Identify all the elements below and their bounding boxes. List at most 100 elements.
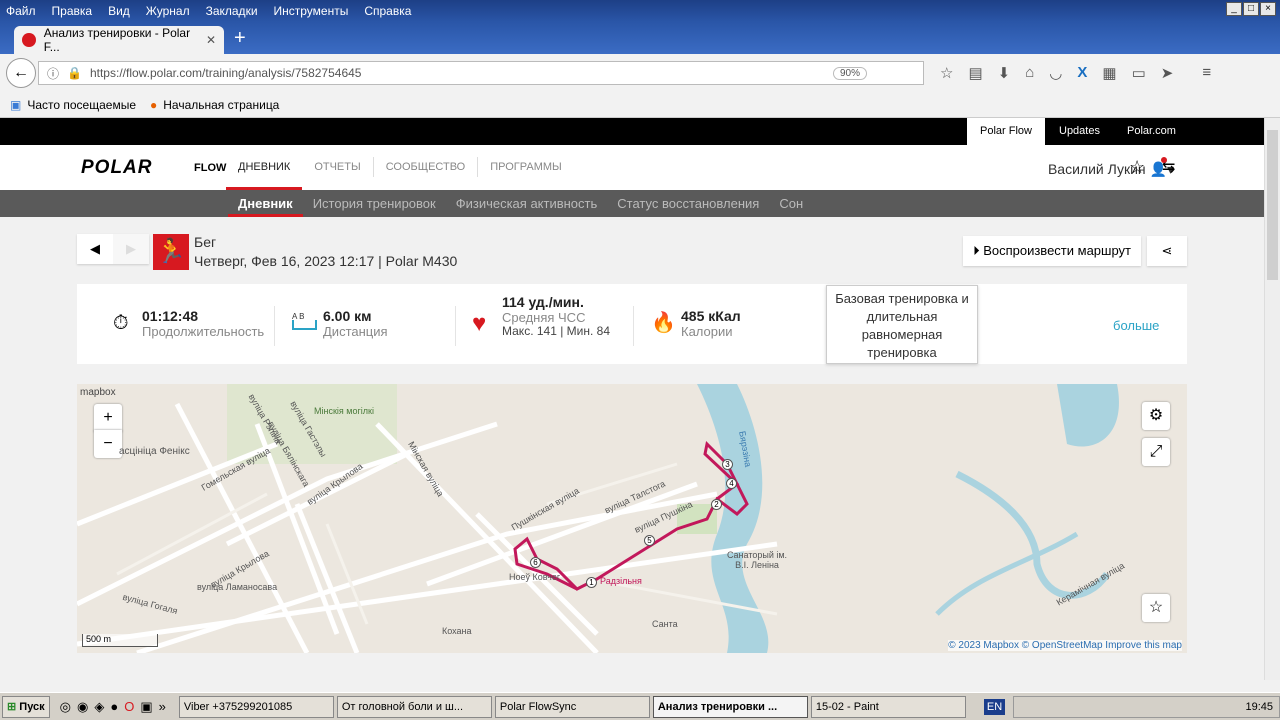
firefox-icon[interactable]: ● — [110, 699, 118, 715]
subnav-history[interactable]: История тренировок — [303, 190, 446, 217]
link-polar-com[interactable]: Polar.com — [1114, 118, 1189, 145]
download-icon[interactable]: ⬇ — [998, 64, 1011, 82]
page-scrollbar[interactable] — [1264, 118, 1280, 680]
map-label: Ноеў Ковчег — [509, 572, 561, 582]
map-label: Санаторый ім. В.І. Леніна — [726, 550, 788, 570]
zoom-out-button[interactable]: − — [94, 430, 122, 458]
favorite-route-button[interactable]: ☆ — [1142, 594, 1170, 622]
nav-diary[interactable]: ДНЕВНИК — [226, 157, 303, 190]
quicklaunch-icon[interactable]: ◎ — [60, 699, 71, 715]
lake — [1057, 384, 1119, 447]
menu-history[interactable]: Журнал — [146, 4, 190, 18]
menu-tools[interactable]: Инструменты — [274, 4, 349, 18]
new-tab-button[interactable]: + — [234, 27, 246, 50]
map-scale: 500 m — [82, 634, 158, 647]
map-label: Радзільня — [600, 576, 642, 586]
reading-list-icon[interactable]: ▤ — [968, 64, 982, 82]
menu-file[interactable]: Файл — [6, 4, 36, 18]
stopwatch-icon: ⏱ — [113, 312, 129, 334]
prev-activity-button[interactable]: ◀ — [77, 234, 113, 264]
chrome-icon[interactable]: ◉ — [77, 699, 88, 715]
fullscreen-button[interactable]: ⤢ — [1142, 438, 1170, 466]
opera-icon[interactable]: O — [124, 699, 134, 715]
taskbar-firefox[interactable]: Анализ тренировки ... — [652, 695, 808, 718]
map-label: Мінскія могілкі — [314, 406, 374, 416]
bookmark-start-page[interactable]: Начальная страница — [163, 98, 279, 112]
folder-icon: ▣ — [10, 97, 22, 112]
menu-bookmarks[interactable]: Закладки — [206, 4, 258, 18]
link-polar-flow[interactable]: Polar Flow — [967, 118, 1045, 145]
quicklaunch-icon[interactable]: ◈ — [94, 699, 104, 715]
taskbar-opera[interactable]: От головной боли и ш... — [336, 695, 492, 718]
nav-community[interactable]: СООБЩЕСТВО — [372, 157, 478, 177]
taskbar-viber[interactable]: Viber +375299201085 — [178, 695, 334, 718]
menu-view[interactable]: Вид — [108, 4, 130, 18]
star-icon: ☆ — [1148, 599, 1164, 616]
x-icon[interactable]: X — [1077, 64, 1087, 82]
info-icon[interactable]: ⓘ — [47, 65, 59, 82]
lap-marker[interactable]: 5 — [644, 535, 655, 546]
nav-programs[interactable]: ПРОГРАММЫ — [477, 157, 574, 177]
lap-marker[interactable]: 4 — [726, 478, 737, 489]
tab-bar: Анализ тренировки - Polar F... ✕ + — [0, 22, 1280, 54]
activity-date: Четверг, Фев 16, 2023 12:17 | Polar M430 — [194, 253, 458, 269]
pocket-icon[interactable]: ◡ — [1049, 64, 1062, 82]
next-activity-button[interactable]: ▶ — [113, 234, 149, 264]
bookmark-frequent[interactable]: Часто посещаемые — [27, 98, 136, 112]
subnav-activity[interactable]: Физическая активность — [446, 190, 608, 217]
screen-icon[interactable]: ▭ — [1132, 64, 1146, 82]
share-button[interactable]: ⋖ — [1147, 236, 1187, 266]
more-link[interactable]: больше — [1113, 318, 1159, 333]
zoom-indicator[interactable]: 90% — [832, 66, 867, 80]
map-label: вуліца Ламаносава — [197, 582, 278, 592]
lap-marker[interactable]: 3 — [722, 459, 733, 470]
save-icon[interactable]: ▣ — [140, 699, 152, 715]
lap-marker[interactable]: 2 — [711, 499, 722, 510]
menu-edit[interactable]: Правка — [52, 4, 93, 18]
link-updates[interactable]: Updates — [1046, 118, 1113, 145]
start-button[interactable]: ⊞ Пуск — [2, 695, 50, 718]
language-indicator[interactable]: EN — [983, 698, 1006, 715]
favorites-star-icon[interactable]: ☆ — [1129, 157, 1145, 178]
subnav-recovery[interactable]: Статус восстановления — [607, 190, 769, 217]
send-icon[interactable]: ➤ — [1161, 64, 1174, 82]
hr-value: 114 уд./мин. — [502, 294, 584, 310]
flag-icon[interactable]: ▦ — [1102, 64, 1116, 82]
subnav-diary[interactable]: Дневник — [228, 190, 303, 217]
subnav-sleep[interactable]: Сон — [769, 190, 813, 217]
home-icon[interactable]: ⌂ — [1025, 64, 1034, 82]
nav-reports[interactable]: ОТЧЕТЫ — [302, 157, 372, 177]
zoom-in-button[interactable]: + — [94, 404, 122, 432]
back-button[interactable]: ← — [6, 58, 36, 88]
lap-marker[interactable]: 1 — [586, 577, 597, 588]
taskbar-flowsync[interactable]: Polar FlowSync — [494, 695, 650, 718]
calories-label: Калории — [681, 324, 733, 339]
page: Polar Flow Updates Polar.com POLAR FLOW … — [0, 118, 1264, 680]
map-attribution[interactable]: © 2023 Mapbox © OpenStreetMap Improve th… — [948, 640, 1182, 651]
close-tab-icon[interactable]: ✕ — [206, 33, 216, 47]
sync-notification-icon[interactable]: ⇆ — [1161, 157, 1175, 177]
lap-marker[interactable]: 6 — [530, 557, 541, 568]
taskbar-paint[interactable]: 15-02 - Paint — [810, 695, 966, 718]
minimize-button[interactable]: _ — [1226, 2, 1242, 16]
url-bar[interactable]: ⓘ 🔒 https://flow.polar.com/training/analys… — [38, 61, 924, 85]
route-map[interactable]: mapbox + − ⚙ ⤢ ☆ Мінскія могілкі вуліца … — [77, 384, 1187, 653]
more-chevron-icon[interactable]: » — [159, 699, 166, 715]
menu-help[interactable]: Справка — [364, 4, 411, 18]
star-icon[interactable]: ☆ — [940, 64, 953, 82]
close-window-button[interactable]: × — [1260, 2, 1276, 16]
map-settings-button[interactable]: ⚙ — [1142, 402, 1170, 430]
hamburger-menu-icon[interactable]: ≡ — [1202, 64, 1211, 82]
play-icon: ⏵ — [973, 243, 980, 258]
distance-value: 6.00 км — [323, 308, 372, 324]
scrollbar-thumb[interactable] — [1267, 130, 1278, 280]
polar-logo[interactable]: POLAR — [81, 157, 153, 179]
mapbox-logo[interactable]: mapbox — [80, 387, 116, 398]
user-menu[interactable]: Василий Лукин 👤▾ — [1048, 161, 1174, 178]
training-type-badge[interactable]: Базовая тренировка и длительная равномер… — [826, 285, 978, 364]
replay-route-button[interactable]: ⏵ Воспроизвести маршрут — [963, 236, 1141, 266]
gear-icon: ⚙ — [1148, 407, 1164, 424]
browser-tab[interactable]: Анализ тренировки - Polar F... ✕ — [14, 26, 224, 54]
maximize-button[interactable]: □ — [1243, 2, 1259, 16]
site-header: POLAR FLOW ДНЕВНИК ОТЧЕТЫ СООБЩЕСТВО ПРО… — [0, 145, 1264, 190]
